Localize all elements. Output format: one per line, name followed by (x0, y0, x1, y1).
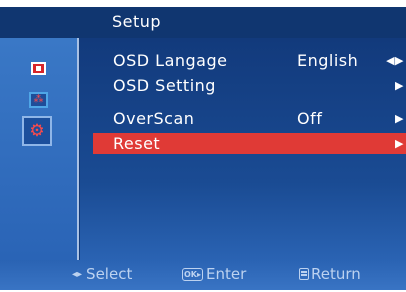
menu-item-label: Reset (113, 134, 161, 153)
osd-menu: Setup ⁂ ⚙ OSD Langage English ◀▶ OSD Set… (0, 7, 406, 290)
menu-item-overscan[interactable]: OverScan Off ▶ (93, 108, 406, 129)
menu-item-osd-language[interactable]: OSD Langage English ◀▶ (93, 50, 406, 71)
menu-item-value: English (297, 51, 359, 70)
menu-key-icon (299, 268, 309, 280)
network-box: ⁂ (29, 91, 48, 108)
gear-icon: ⚙ (29, 120, 45, 141)
ok-key-icon: OK▸ (182, 267, 204, 281)
menu-item-reset[interactable]: Reset ▶ (93, 133, 406, 154)
hint-return: Return (299, 265, 361, 283)
menu-item-label: OSD Setting (113, 76, 216, 95)
screen: Setup ⁂ ⚙ OSD Langage English ◀▶ OSD Set… (0, 0, 406, 292)
right-arrow-icon: ▶ (395, 137, 404, 150)
menu-item-label: OSD Langage (113, 51, 228, 70)
menu-item-value: Off (297, 109, 323, 128)
hint-enter: OK▸ Enter (182, 265, 246, 283)
menu-item-label: OverScan (113, 109, 195, 128)
menu-title: Setup (112, 12, 162, 31)
left-right-arrow-icon: ◀▶ (386, 54, 404, 67)
left-right-key-icon: ◂▸ (72, 268, 83, 280)
right-arrow-icon: ▶ (395, 112, 404, 125)
hint-select: ◂▸ Select (72, 265, 132, 283)
category-sidebar: ⁂ ⚙ (0, 38, 79, 260)
menu-item-osd-setting[interactable]: OSD Setting ▶ (93, 75, 406, 96)
hint-enter-label: Enter (206, 265, 247, 283)
network-icon[interactable]: ⁂ (28, 89, 49, 110)
hint-return-label: Return (311, 265, 361, 283)
sidebar-item-setup[interactable]: ⚙ (22, 116, 52, 146)
display-icon[interactable] (28, 58, 49, 79)
monitor-shape (31, 62, 46, 75)
right-arrow-icon: ▶ (395, 79, 404, 92)
menu-list: OSD Langage English ◀▶ OSD Setting ▶ Ove… (80, 38, 406, 260)
hint-select-label: Select (86, 265, 133, 283)
key-hint-bar: ◂▸ Select OK▸ Enter Return (0, 260, 406, 290)
menu-header: Setup (0, 7, 406, 38)
